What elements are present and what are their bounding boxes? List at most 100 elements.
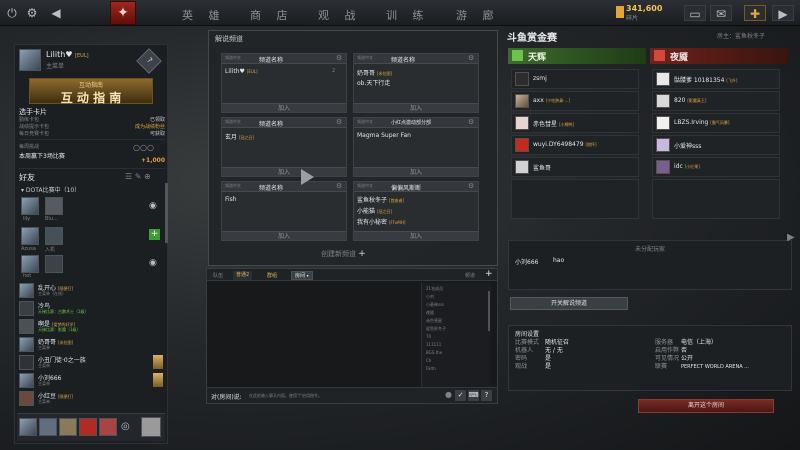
profile-arrow-icon[interactable]: ▶ <box>772 5 794 21</box>
rank-medal-icon[interactable]: ? <box>136 48 162 74</box>
radiant-player-slot[interactable]: 赤色彗星 [小棉鸭] <box>511 113 639 133</box>
dire-player-slot[interactable]: 820 [影魔真王] <box>652 91 780 111</box>
radiant-empty-slot[interactable] <box>511 179 639 219</box>
chat-user[interactable]: Ch <box>426 357 446 365</box>
channel-slot[interactable]: 频道中文 小红点激动部分部 ⚙ Magma Super Fan 加入 <box>353 117 479 177</box>
eye-icon[interactable]: ◉ <box>149 201 157 211</box>
chat-user[interactable]: 小菱神sss <box>426 301 446 309</box>
friend-row[interactable]: 乱开心 [随便打] 主菜单（在线） <box>19 283 167 299</box>
friend-row[interactable]: 冷鸟 天梯比赛：古鹏术士（1级） <box>19 301 167 317</box>
chat-user[interactable]: 赤色彗星 <box>426 317 446 325</box>
friend-tile-avatar[interactable] <box>45 227 63 245</box>
mail-icon[interactable]: ✉ <box>710 5 732 21</box>
friends-scrollbar[interactable] <box>165 183 168 243</box>
party-settings-icon[interactable]: ◎ <box>121 421 130 432</box>
channel-slot[interactable]: 频道中文 频道名称 ⚙ Fish 加入 <box>221 181 347 241</box>
party-avatar[interactable] <box>59 418 77 436</box>
party-leader-avatar[interactable] <box>141 417 161 437</box>
chat-user[interactable]: 70 <box>426 333 446 341</box>
channel-slot[interactable]: 频道中文 偏偏风斯断 ⚙ 鲨鱼秋冬子 [首座者] 小能猫 [冠之召] 我有小秘密… <box>353 181 479 241</box>
chat-user[interactable]: BGS.the <box>426 349 446 357</box>
player-name[interactable]: Lilith♥ <box>46 50 73 59</box>
chat-user[interactable]: 夜魇 <box>426 309 446 317</box>
friend-row[interactable]: 奶哥哥 [米拉图] 主菜单 <box>19 337 167 353</box>
exit-icon[interactable]: ⏻ <box>4 5 20 21</box>
create-channel-button[interactable]: 创建新频道 + <box>321 249 366 259</box>
leave-room-button[interactable]: 离开这个房间 <box>638 399 774 413</box>
chat-user[interactable]: Faith <box>426 365 446 373</box>
nav-watch[interactable]: 观 战 <box>318 7 362 23</box>
channel-join-button[interactable]: 加入 <box>354 103 478 112</box>
channel-join-button[interactable]: 加入 <box>222 231 346 240</box>
chat-user[interactable]: 鲨鱼秋冬子 <box>426 325 446 333</box>
nav-arcade[interactable]: 游 廊 <box>456 7 500 23</box>
currency[interactable]: 341,600 碎片 <box>626 4 670 22</box>
channel-gear-icon[interactable]: ⚙ <box>336 54 342 62</box>
chat-user[interactable]: 111111 <box>426 341 446 349</box>
chat-input[interactable]: 在此处输入聊天内容。使用"/"启用指令。 <box>249 393 322 399</box>
dire-player-slot[interactable]: 骷髅爹 10181354 [飞升] <box>652 69 780 89</box>
player-avatar[interactable] <box>19 49 41 71</box>
chat-tab-party[interactable]: 队伍 <box>213 272 223 279</box>
friend-tile-avatar[interactable] <box>45 197 63 215</box>
channel-gear-icon[interactable]: ⚙ <box>468 54 474 62</box>
dota-logo-button[interactable]: ✦ <box>110 1 136 25</box>
channel-gear-icon[interactable]: ⚙ <box>336 182 342 190</box>
play-icon[interactable] <box>301 169 314 185</box>
chat-user[interactable]: 小刘 <box>426 293 446 301</box>
radiant-player-slot[interactable]: wuyi.DY6498479 [燃怀] <box>511 135 639 155</box>
eye-icon[interactable]: ◉ <box>149 258 157 268</box>
radiant-player-slot[interactable]: 鲨鱼哥 <box>511 157 639 177</box>
friend-tile-avatar[interactable] <box>21 227 39 245</box>
friend-row[interactable]: 啊是 [爱梦的好学] 天梯比赛：影魔（1级） <box>19 319 167 335</box>
chat-user-scrollbar[interactable] <box>488 291 490 331</box>
channel-join-button[interactable]: 加入 <box>354 231 478 240</box>
help-icon[interactable]: ? <box>481 390 492 401</box>
chat-tab-general[interactable]: 普通2 <box>233 271 253 280</box>
back-arrow-icon[interactable]: ◀ <box>48 5 64 21</box>
friend-row[interactable]: 小红豆 [随便打] 主菜单 <box>19 391 167 407</box>
dire-empty-slot[interactable] <box>652 179 780 219</box>
party-avatar[interactable] <box>19 418 37 436</box>
gear-icon[interactable]: ⚙ <box>24 5 40 21</box>
plus-level-icon[interactable]: ✚ <box>744 5 766 21</box>
friend-tile-avatar[interactable] <box>21 255 39 273</box>
channel-gear-icon[interactable]: ⚙ <box>468 118 474 126</box>
dire-player-slot[interactable]: 小爱神sss <box>652 135 780 155</box>
emoji-icon[interactable]: ● <box>445 390 452 399</box>
check-icon[interactable]: ✓ <box>455 390 466 401</box>
dire-player-slot[interactable]: LBZS.Irving [霸气风暴] <box>652 113 780 133</box>
nav-store[interactable]: 商 店 <box>250 7 294 23</box>
add-chat-icon[interactable]: + <box>485 269 493 279</box>
channel-join-button[interactable]: 加入 <box>354 167 478 176</box>
chat-tab-room[interactable]: 房间 ▾ <box>291 271 313 280</box>
channel-slot[interactable]: 频道中文 频道名称 ⚙ 玄月 [冠之召] 加入 <box>221 117 347 177</box>
friend-tile-avatar[interactable] <box>45 255 63 273</box>
chat-tab-group[interactable]: 群组 <box>267 272 277 279</box>
dire-player-slot[interactable]: idc [小红果] <box>652 157 780 177</box>
radiant-player-slot[interactable]: axx [宁吃肿鼻·...] <box>511 91 639 111</box>
expand-arrow-icon[interactable]: ▶ <box>787 232 795 243</box>
toggle-commentary-button[interactable]: 开关解说频道 <box>510 297 628 310</box>
friend-tile-avatar[interactable] <box>21 197 39 215</box>
party-avatar[interactable] <box>79 418 97 436</box>
friends-group[interactable]: ▾ DOTA比赛中（10） <box>21 185 80 194</box>
channel-join-button[interactable]: 加入 <box>222 103 346 112</box>
friend-row[interactable]: 小刘666 主菜单 <box>19 373 167 389</box>
cards-row-value[interactable]: 成为战绩粉丝 <box>135 123 165 130</box>
translate-icon[interactable]: ⌨ <box>468 390 479 401</box>
friend-row[interactable]: 小丑门徒·0之一族 主菜单 <box>19 355 167 371</box>
nav-heroes[interactable]: 英 雄 <box>182 7 226 23</box>
nav-learn[interactable]: 训 练 <box>386 7 430 23</box>
add-friend-icon[interactable]: + <box>149 229 160 240</box>
channel-slot[interactable]: 频道中文 频道名称 ⚙ Lilith♥ [EUL] 2 加入 <box>221 53 347 113</box>
radiant-player-slot[interactable]: zsmj <box>511 69 639 89</box>
channel-join-button[interactable]: 加入 <box>222 167 346 176</box>
unassigned-player[interactable]: 小刘666 <box>515 257 538 266</box>
channel-gear-icon[interactable]: ⚙ <box>336 118 342 126</box>
party-avatar[interactable] <box>39 418 57 436</box>
channel-slot[interactable]: 频道中文 频道名称 ⚙ 奶哥哥 [米拉图] ob.天下行走 加入 <box>353 53 479 113</box>
tv-icon[interactable]: ▭ <box>684 5 706 21</box>
friends-options-icon[interactable]: ☰ ✎ ⊕ <box>125 172 151 181</box>
party-avatar[interactable] <box>99 418 117 436</box>
